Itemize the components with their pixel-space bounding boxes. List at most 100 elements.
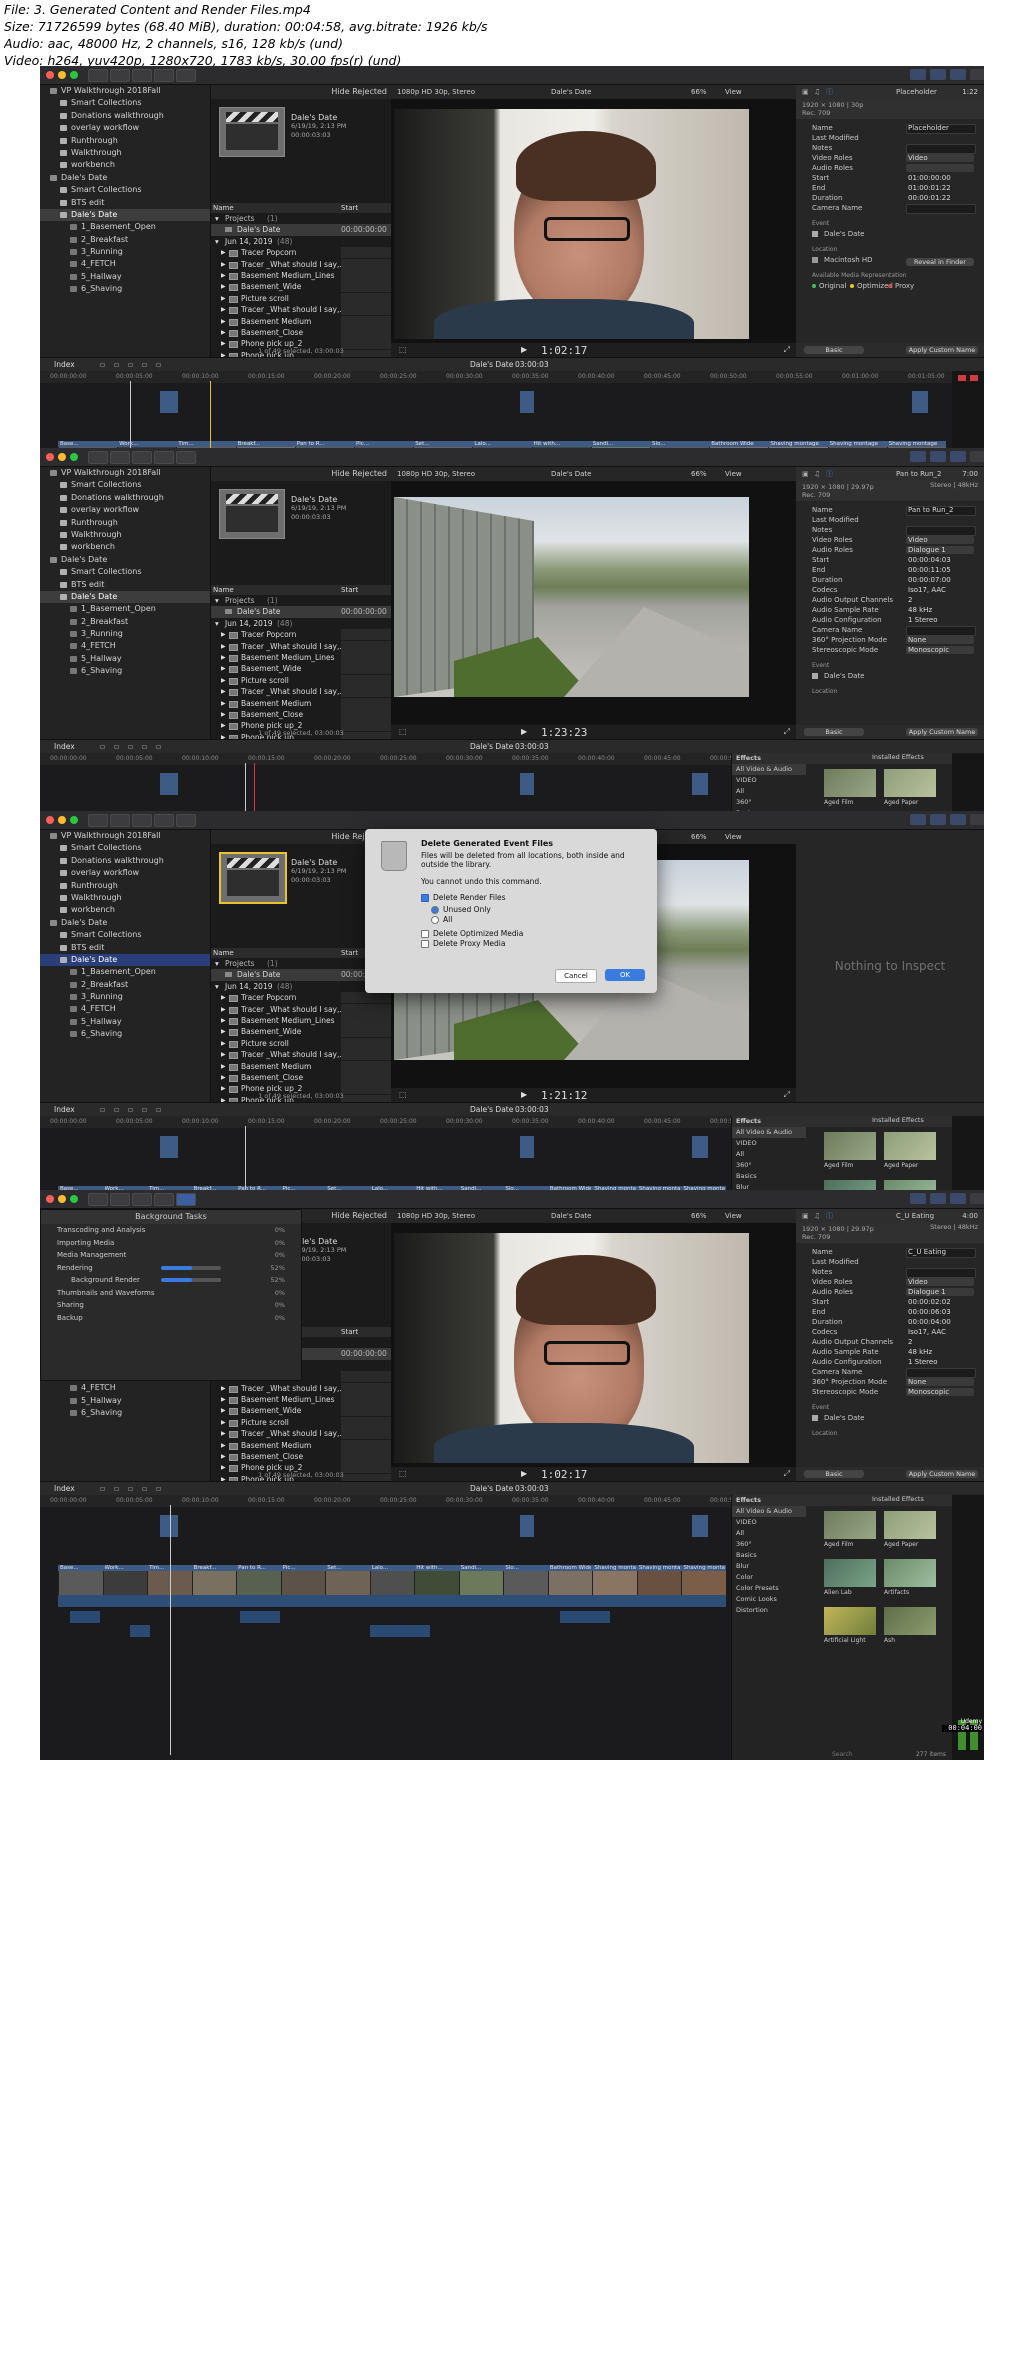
connected-clip[interactable]	[520, 391, 534, 413]
all-radio[interactable]: All	[431, 915, 452, 924]
snap-icon[interactable]: ▫	[128, 358, 133, 372]
browser-toggle-icon[interactable]	[930, 1193, 946, 1204]
timeline-toggle-icon[interactable]	[950, 451, 966, 462]
column-name[interactable]: Name	[213, 948, 234, 958]
library-item[interactable]: BTS edit	[40, 942, 210, 954]
column-start[interactable]: Start	[341, 1327, 358, 1337]
clip-row[interactable]: ▶ Basement_Wide	[211, 663, 391, 675]
arrow-tool-icon[interactable]: ▫	[156, 1482, 161, 1496]
inspector-toggle-icon[interactable]	[970, 69, 984, 80]
project-row[interactable]: Dale's Date 00:00:00:00	[211, 606, 391, 618]
arrow-icon[interactable]	[154, 814, 174, 827]
date-group[interactable]: ▾ Jun 14, 2019 (48)	[211, 618, 391, 629]
column-start[interactable]: Start	[341, 585, 358, 595]
disclosure-icon[interactable]: ▾	[215, 981, 219, 992]
close-window-icon[interactable]	[46, 453, 54, 461]
property-value[interactable]: Placeholder	[908, 123, 949, 133]
primary-storyline[interactable]: Base...Work...Tim...Breakf...Pan to R...…	[58, 1565, 726, 1595]
library-item[interactable]: Dale's Date	[40, 953, 210, 967]
play-triangle-icon[interactable]: ▶	[221, 1451, 226, 1462]
play-triangle-icon[interactable]: ▶	[221, 629, 226, 640]
timeline-ruler[interactable]: 00:00:00:00 00:00:05:00 00:00:10:00 00:00:1…	[40, 1495, 732, 1507]
audio-clip[interactable]	[240, 1611, 280, 1623]
check-icon[interactable]	[132, 451, 152, 464]
library-item[interactable]: VP Walkthrough 2018Fall	[40, 467, 210, 479]
effects-category[interactable]: 360°	[732, 1160, 806, 1171]
film-icon[interactable]: ▣	[802, 85, 809, 99]
effects-category[interactable]: All Video & Audio	[732, 1506, 806, 1517]
library-item[interactable]: Smart Collections	[40, 842, 210, 854]
play-triangle-icon[interactable]: ▶	[221, 1440, 226, 1451]
connected-clip[interactable]	[692, 1136, 708, 1158]
library-item[interactable]: Dale's Date	[40, 208, 210, 222]
zoom-window-icon[interactable]	[70, 816, 78, 824]
check-icon[interactable]	[132, 814, 152, 827]
play-triangle-icon[interactable]: ▶	[221, 686, 226, 697]
key-icon[interactable]	[110, 69, 130, 82]
projects-group[interactable]: ▾ Projects (1)	[211, 595, 391, 606]
connected-clip[interactable]	[692, 1515, 708, 1537]
timeline-clip[interactable]	[191, 1571, 237, 1595]
library-item[interactable]: 3_Running	[40, 628, 210, 640]
share-icon[interactable]	[176, 1193, 196, 1206]
library-item[interactable]: 1_Basement_Open	[40, 221, 210, 233]
check-icon[interactable]	[132, 1193, 152, 1206]
zoom-window-icon[interactable]	[70, 1195, 78, 1203]
library-item[interactable]: VP Walkthrough 2018Fall	[40, 830, 210, 842]
transform-icon[interactable]: ⬚	[399, 1469, 407, 1478]
import-icon[interactable]	[88, 451, 108, 464]
zoom-window-icon[interactable]	[70, 71, 78, 79]
effects-category[interactable]: Basics	[732, 1171, 806, 1182]
clip-appearance-icon[interactable]: ▫	[114, 740, 119, 754]
minimize-window-icon[interactable]	[58, 453, 66, 461]
effects-category[interactable]: Color Presets	[732, 1583, 806, 1594]
play-triangle-icon[interactable]: ▶	[221, 293, 226, 304]
clip-row[interactable]: ▶ Basement_Close	[211, 1450, 391, 1462]
effect-thumbnail[interactable]: Aged Film	[824, 1132, 876, 1169]
projects-group[interactable]: ▾ Projects (1)	[211, 958, 391, 969]
filter-menu[interactable]: Hide Rejected	[331, 87, 387, 96]
play-triangle-icon[interactable]: ▶	[221, 1061, 226, 1072]
viewer-zoom[interactable]: 66%	[691, 830, 707, 844]
clip-row[interactable]: ▶ Tracer _What should I say,...	[211, 1382, 391, 1394]
arrow-tool-icon[interactable]: ▫	[156, 740, 161, 754]
play-button-icon[interactable]: ▶	[521, 345, 527, 354]
browser-toggle-icon[interactable]	[930, 451, 946, 462]
library-item[interactable]: Walkthrough	[40, 892, 210, 904]
play-triangle-icon[interactable]: ▶	[221, 259, 226, 270]
installed-effects-menu[interactable]: Installed Effects	[872, 753, 924, 761]
audio-clip[interactable]	[370, 1625, 430, 1637]
library-item[interactable]: 6_Shaving	[40, 665, 210, 677]
unused-only-radio[interactable]: Unused Only	[431, 905, 491, 914]
basic-menu[interactable]: Basic	[804, 1470, 864, 1478]
browser-toggle-icon[interactable]	[930, 69, 946, 80]
connected-clip[interactable]	[520, 1515, 534, 1537]
clip-row[interactable]: ▶ Basement_Wide	[211, 1405, 391, 1417]
clip-row[interactable]: ▶ Basement Medium_Lines	[211, 1393, 391, 1405]
timeline-clip[interactable]	[325, 1571, 370, 1595]
inspector-toggle-icon[interactable]	[970, 814, 984, 825]
connected-clip[interactable]	[912, 391, 928, 413]
apply-custom-name-menu[interactable]: Apply Custom Name	[906, 346, 978, 354]
event-thumbnail[interactable]	[219, 107, 285, 157]
disclosure-icon[interactable]: ▾	[215, 213, 219, 224]
library-item[interactable]: Walkthrough	[40, 529, 210, 541]
share-icon[interactable]	[176, 451, 196, 464]
clip-row[interactable]: ▶ Basement Medium	[211, 1439, 391, 1451]
library-item[interactable]: 1_Basement_Open	[40, 603, 210, 615]
share-icon[interactable]	[176, 69, 196, 82]
close-window-icon[interactable]	[46, 1195, 54, 1203]
inspector-toggle-icon[interactable]	[970, 1193, 984, 1204]
library-item[interactable]: Runthrough	[40, 880, 210, 892]
library-item[interactable]: overlay workflow	[40, 122, 210, 134]
effect-thumbnail[interactable]: Aged Film	[824, 1511, 876, 1548]
library-item[interactable]: 1_Basement_Open	[40, 966, 210, 978]
effect-thumbnail[interactable]: Aged Paper	[884, 769, 936, 806]
clip-row[interactable]: ▶ Basement_Close	[211, 326, 391, 338]
library-item[interactable]: 5_Hallway	[40, 271, 210, 283]
apply-custom-name-menu[interactable]: Apply Custom Name	[906, 728, 978, 736]
transform-icon[interactable]: ⬚	[399, 1090, 407, 1099]
library-item[interactable]: 6_Shaving	[40, 283, 210, 295]
play-triangle-icon[interactable]: ▶	[221, 304, 226, 315]
clip-row[interactable]: ▶ Tracer _What should I say,...	[211, 640, 391, 652]
